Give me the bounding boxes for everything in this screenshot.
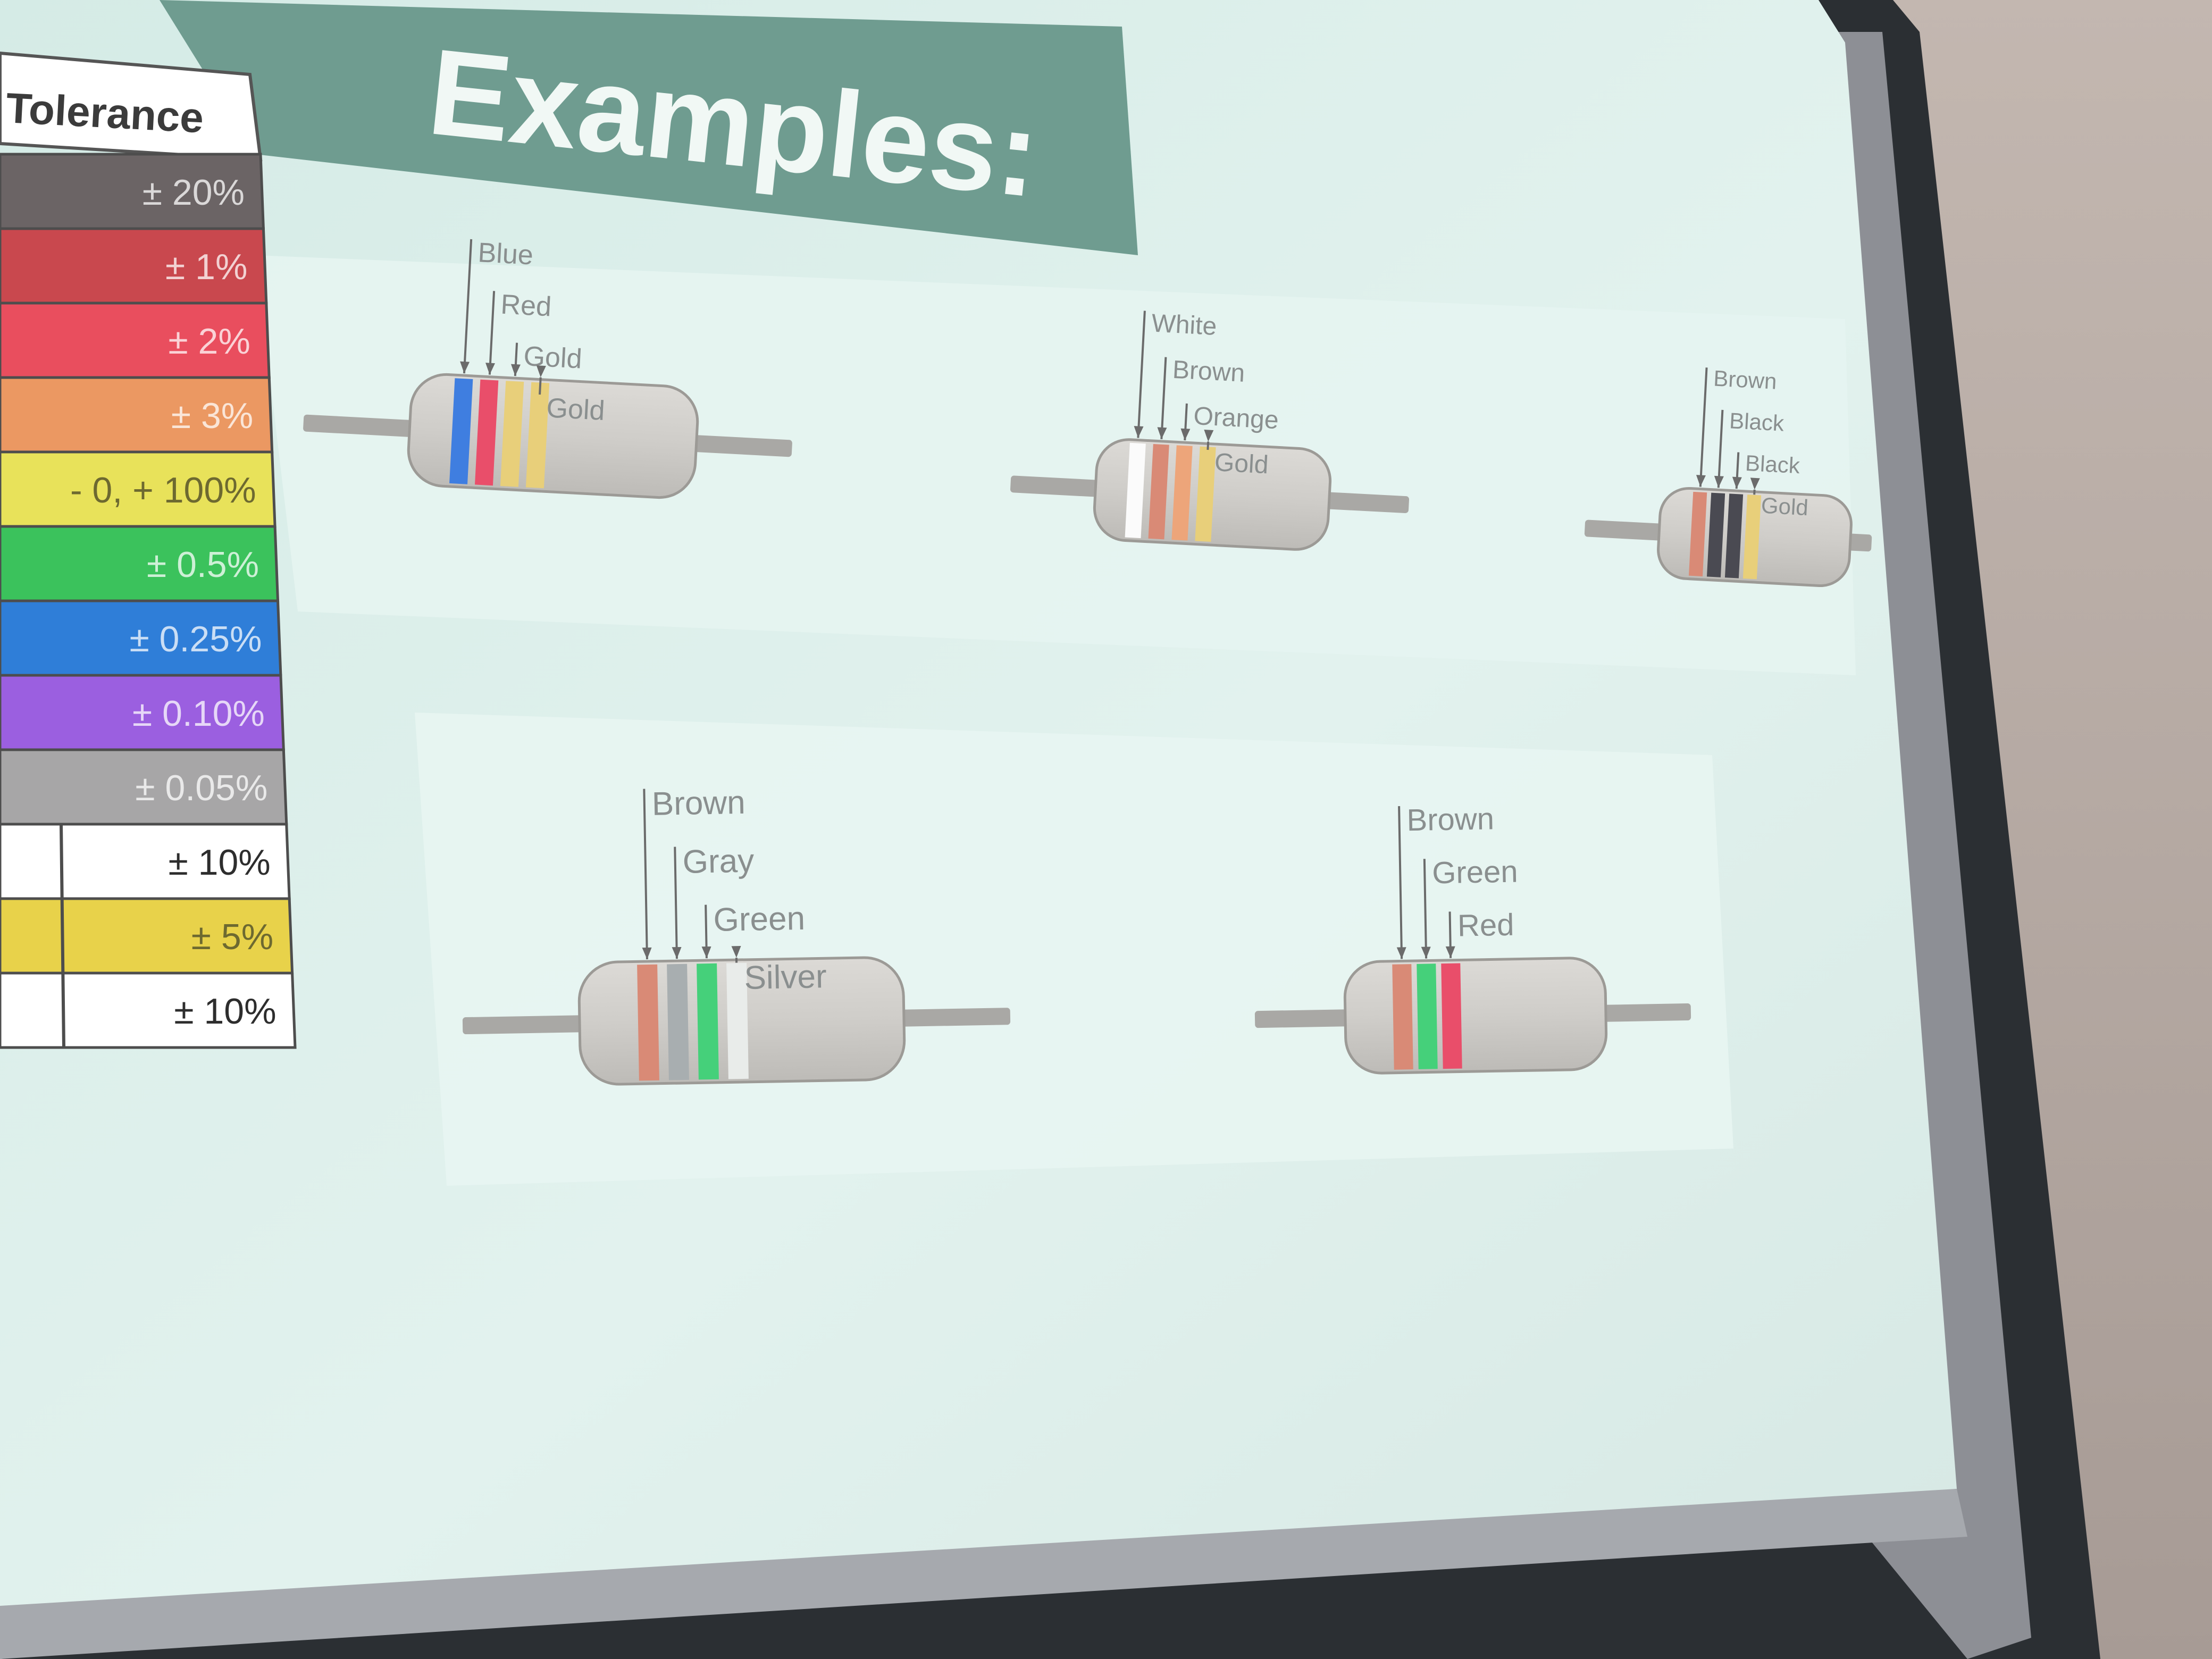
color-band — [1417, 963, 1438, 1069]
band-label: Gold — [1214, 448, 1269, 479]
tolerance-value: ± 5% — [191, 917, 274, 957]
resistor-lead-left — [462, 1015, 585, 1035]
band-label: Orange — [1193, 402, 1279, 434]
tolerance-value: ± 10% — [168, 842, 270, 883]
color-band — [1392, 964, 1413, 1070]
color-band — [697, 963, 719, 1080]
band-label: Brown — [651, 784, 745, 823]
tolerance-value: ± 2% — [168, 321, 250, 362]
resistor-lead-right — [1600, 1003, 1691, 1022]
tolerance-value: ± 20% — [143, 172, 245, 213]
tolerance-value: ± 0.5% — [147, 544, 259, 585]
resistor-lead-left — [1254, 1009, 1351, 1028]
band-label: Gold — [523, 341, 583, 375]
band-label: Red — [1457, 908, 1514, 943]
band-label: Gold — [1761, 493, 1809, 521]
tolerance-value: ± 0.25% — [129, 619, 262, 659]
band-label: Green — [1432, 854, 1518, 891]
band-label: Black — [1745, 450, 1801, 478]
band-label: Black — [1729, 408, 1785, 435]
tolerance-value: ± 10% — [174, 991, 276, 1032]
resistor-body — [1343, 957, 1608, 1075]
tolerance-value: - 0, + 100% — [70, 470, 256, 510]
bottom-diagrams-panel — [415, 713, 1733, 1186]
band-label: Gray — [682, 843, 755, 881]
band-label: Red — [500, 289, 552, 323]
color-band — [667, 963, 689, 1080]
resistor-lead-right — [898, 1008, 1011, 1027]
band-label: Brown — [1713, 366, 1777, 394]
band-label: Silver — [744, 958, 827, 996]
band-label: Brown — [1406, 801, 1495, 837]
band-label: Blue — [477, 237, 534, 271]
tolerance-value: ± 0.05% — [135, 768, 267, 808]
color-band — [1441, 963, 1462, 1069]
band-label: Gold — [546, 392, 606, 426]
band-label: White — [1151, 309, 1217, 341]
photo-scene: Examples: Tolerance ± 20% ± 1% ± 2% ± 3% - 0,… — [0, 0, 2212, 1659]
tolerance-value: ± 1% — [165, 247, 248, 287]
tolerance-value: ± 0.10% — [132, 693, 265, 734]
band-label: Green — [713, 900, 806, 939]
tolerance-value: ± 3% — [171, 396, 254, 436]
band-label: Brown — [1172, 356, 1246, 388]
color-band — [637, 964, 659, 1081]
band-pointer-line — [539, 377, 542, 395]
tolerance-table: Tolerance± 20%± 1%± 2%± 3%- 0, + 100%± 0… — [0, 51, 297, 1049]
